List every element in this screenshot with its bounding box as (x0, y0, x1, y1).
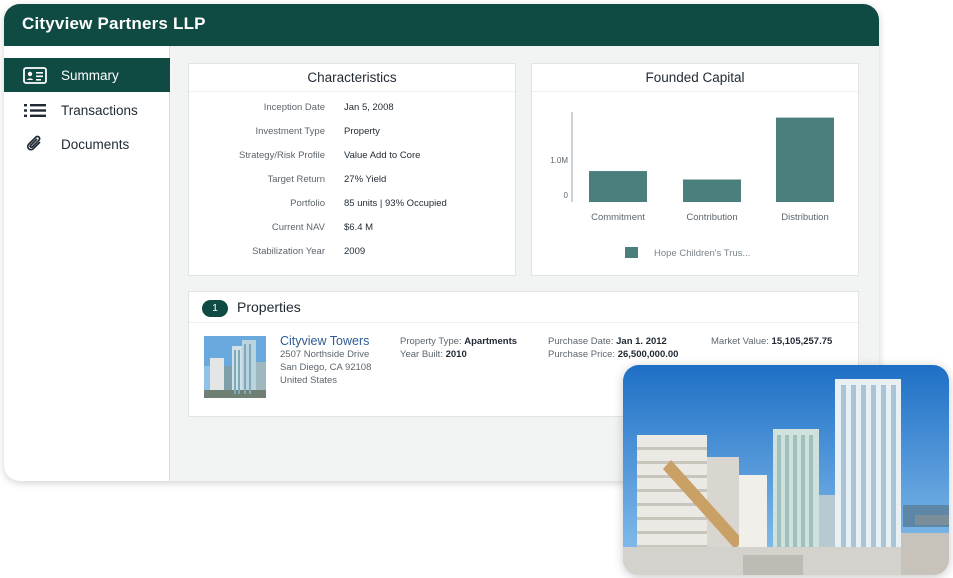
characteristic-value: 2009 (344, 246, 366, 257)
bar-commitment (589, 171, 647, 202)
x-tick-label: Contribution (686, 212, 737, 223)
purchase-price: Purchase Price: 26,500,000.00 (548, 349, 678, 360)
characteristic-row: Inception Date Jan 5, 2008 (189, 102, 517, 118)
characteristic-label: Target Return (267, 174, 325, 185)
property-address-line: United States (280, 375, 338, 386)
id-card-icon (23, 66, 47, 84)
characteristics-card: Characteristics Inception Date Jan 5, 20… (188, 63, 516, 276)
characteristic-value: $6.4 M (344, 222, 374, 233)
properties-count-badge: 1 (202, 300, 228, 317)
sidebar-item-summary[interactable]: Summary (4, 58, 170, 92)
characteristic-value: 27% Yield (344, 174, 387, 185)
x-tick-label: Distribution (781, 212, 829, 223)
property-address-line: San Diego, CA 92108 (280, 362, 372, 373)
characteristic-row: Stabilization Year 2009 (189, 246, 517, 262)
characteristic-label: Current NAV (271, 222, 325, 233)
property-address-line: 2507 Northside Drive (280, 349, 370, 360)
year-built: Year Built: 2010 (400, 349, 467, 360)
list-icon (23, 101, 47, 119)
bar-contribution (683, 179, 741, 202)
properties-title: Properties (237, 299, 301, 315)
characteristic-row: Current NAV $6.4 M (189, 222, 517, 238)
characteristic-label: Inception Date (263, 102, 325, 113)
sidebar-item-transactions[interactable]: Transactions (4, 93, 170, 127)
property-name-link[interactable]: Cityview Towers (280, 334, 369, 348)
sidebar-item-label: Documents (61, 136, 130, 152)
legend-label: Hope Children's Trus... (654, 248, 750, 259)
purchase-date-value: Jan 1. 2012 (616, 336, 667, 347)
y-tick-label: 0 (564, 191, 569, 200)
founded-capital-title: Founded Capital (532, 64, 858, 92)
x-tick-label: Commitment (591, 212, 645, 223)
properties-header: 1 Properties (189, 292, 858, 323)
year-built-label: Year Built: (400, 349, 443, 360)
sidebar-item-label: Summary (61, 67, 119, 83)
characteristics-title: Characteristics (189, 64, 515, 92)
characteristic-label: Strategy/Risk Profile (238, 150, 325, 161)
property-type-value: Apartments (464, 336, 518, 347)
characteristic-row: Portfolio 85 units | 93% Occupied (189, 198, 517, 214)
paperclip-icon (23, 135, 47, 153)
characteristic-label: Stabilization Year (252, 246, 325, 257)
market-value-value: 15,105,257.75 (771, 336, 833, 347)
purchase-price-label: Purchase Price: (548, 349, 616, 360)
characteristic-value: Property (344, 126, 380, 137)
property-photo (623, 365, 949, 575)
founded-capital-card: Founded Capital 1.0M 0 Commitment Contri… (531, 63, 859, 276)
characteristic-row: Strategy/Risk Profile Value Add to Core (189, 150, 517, 166)
characteristic-row: Target Return 27% Yield (189, 174, 517, 190)
y-tick-label: 1.0M (550, 156, 568, 165)
property-type: Property Type: Apartments (400, 336, 517, 347)
top-bar: Cityview Partners LLP (4, 4, 879, 46)
characteristic-value: Jan 5, 2008 (344, 102, 394, 113)
characteristic-label: Investment Type (255, 126, 325, 137)
characteristic-value: Value Add to Core (344, 150, 421, 161)
bar-distribution (776, 117, 834, 202)
legend-swatch (625, 247, 638, 258)
market-value: Market Value: 15,105,257.75 (711, 336, 832, 347)
purchase-date: Purchase Date: Jan 1. 2012 (548, 336, 667, 347)
purchase-price-value: 26,500,000.00 (617, 349, 679, 360)
market-value-label: Market Value: (711, 336, 769, 347)
characteristic-row: Investment Type Property (189, 126, 517, 142)
founded-capital-chart: 1.0M 0 Commitment Contribution Distribut… (550, 112, 834, 259)
characteristic-label: Portfolio (290, 198, 325, 209)
purchase-date-label: Purchase Date: (548, 336, 614, 347)
property-thumbnail[interactable] (204, 336, 266, 398)
sidebar: Summary Transactions Documents (4, 46, 170, 481)
characteristic-value: 85 units | 93% Occupied (344, 198, 447, 209)
sidebar-item-label: Transactions (61, 102, 138, 118)
sidebar-item-documents[interactable]: Documents (4, 127, 170, 161)
property-type-label: Property Type: (400, 336, 462, 347)
year-built-value: 2010 (445, 349, 467, 360)
app-title: Cityview Partners LLP (22, 14, 206, 33)
